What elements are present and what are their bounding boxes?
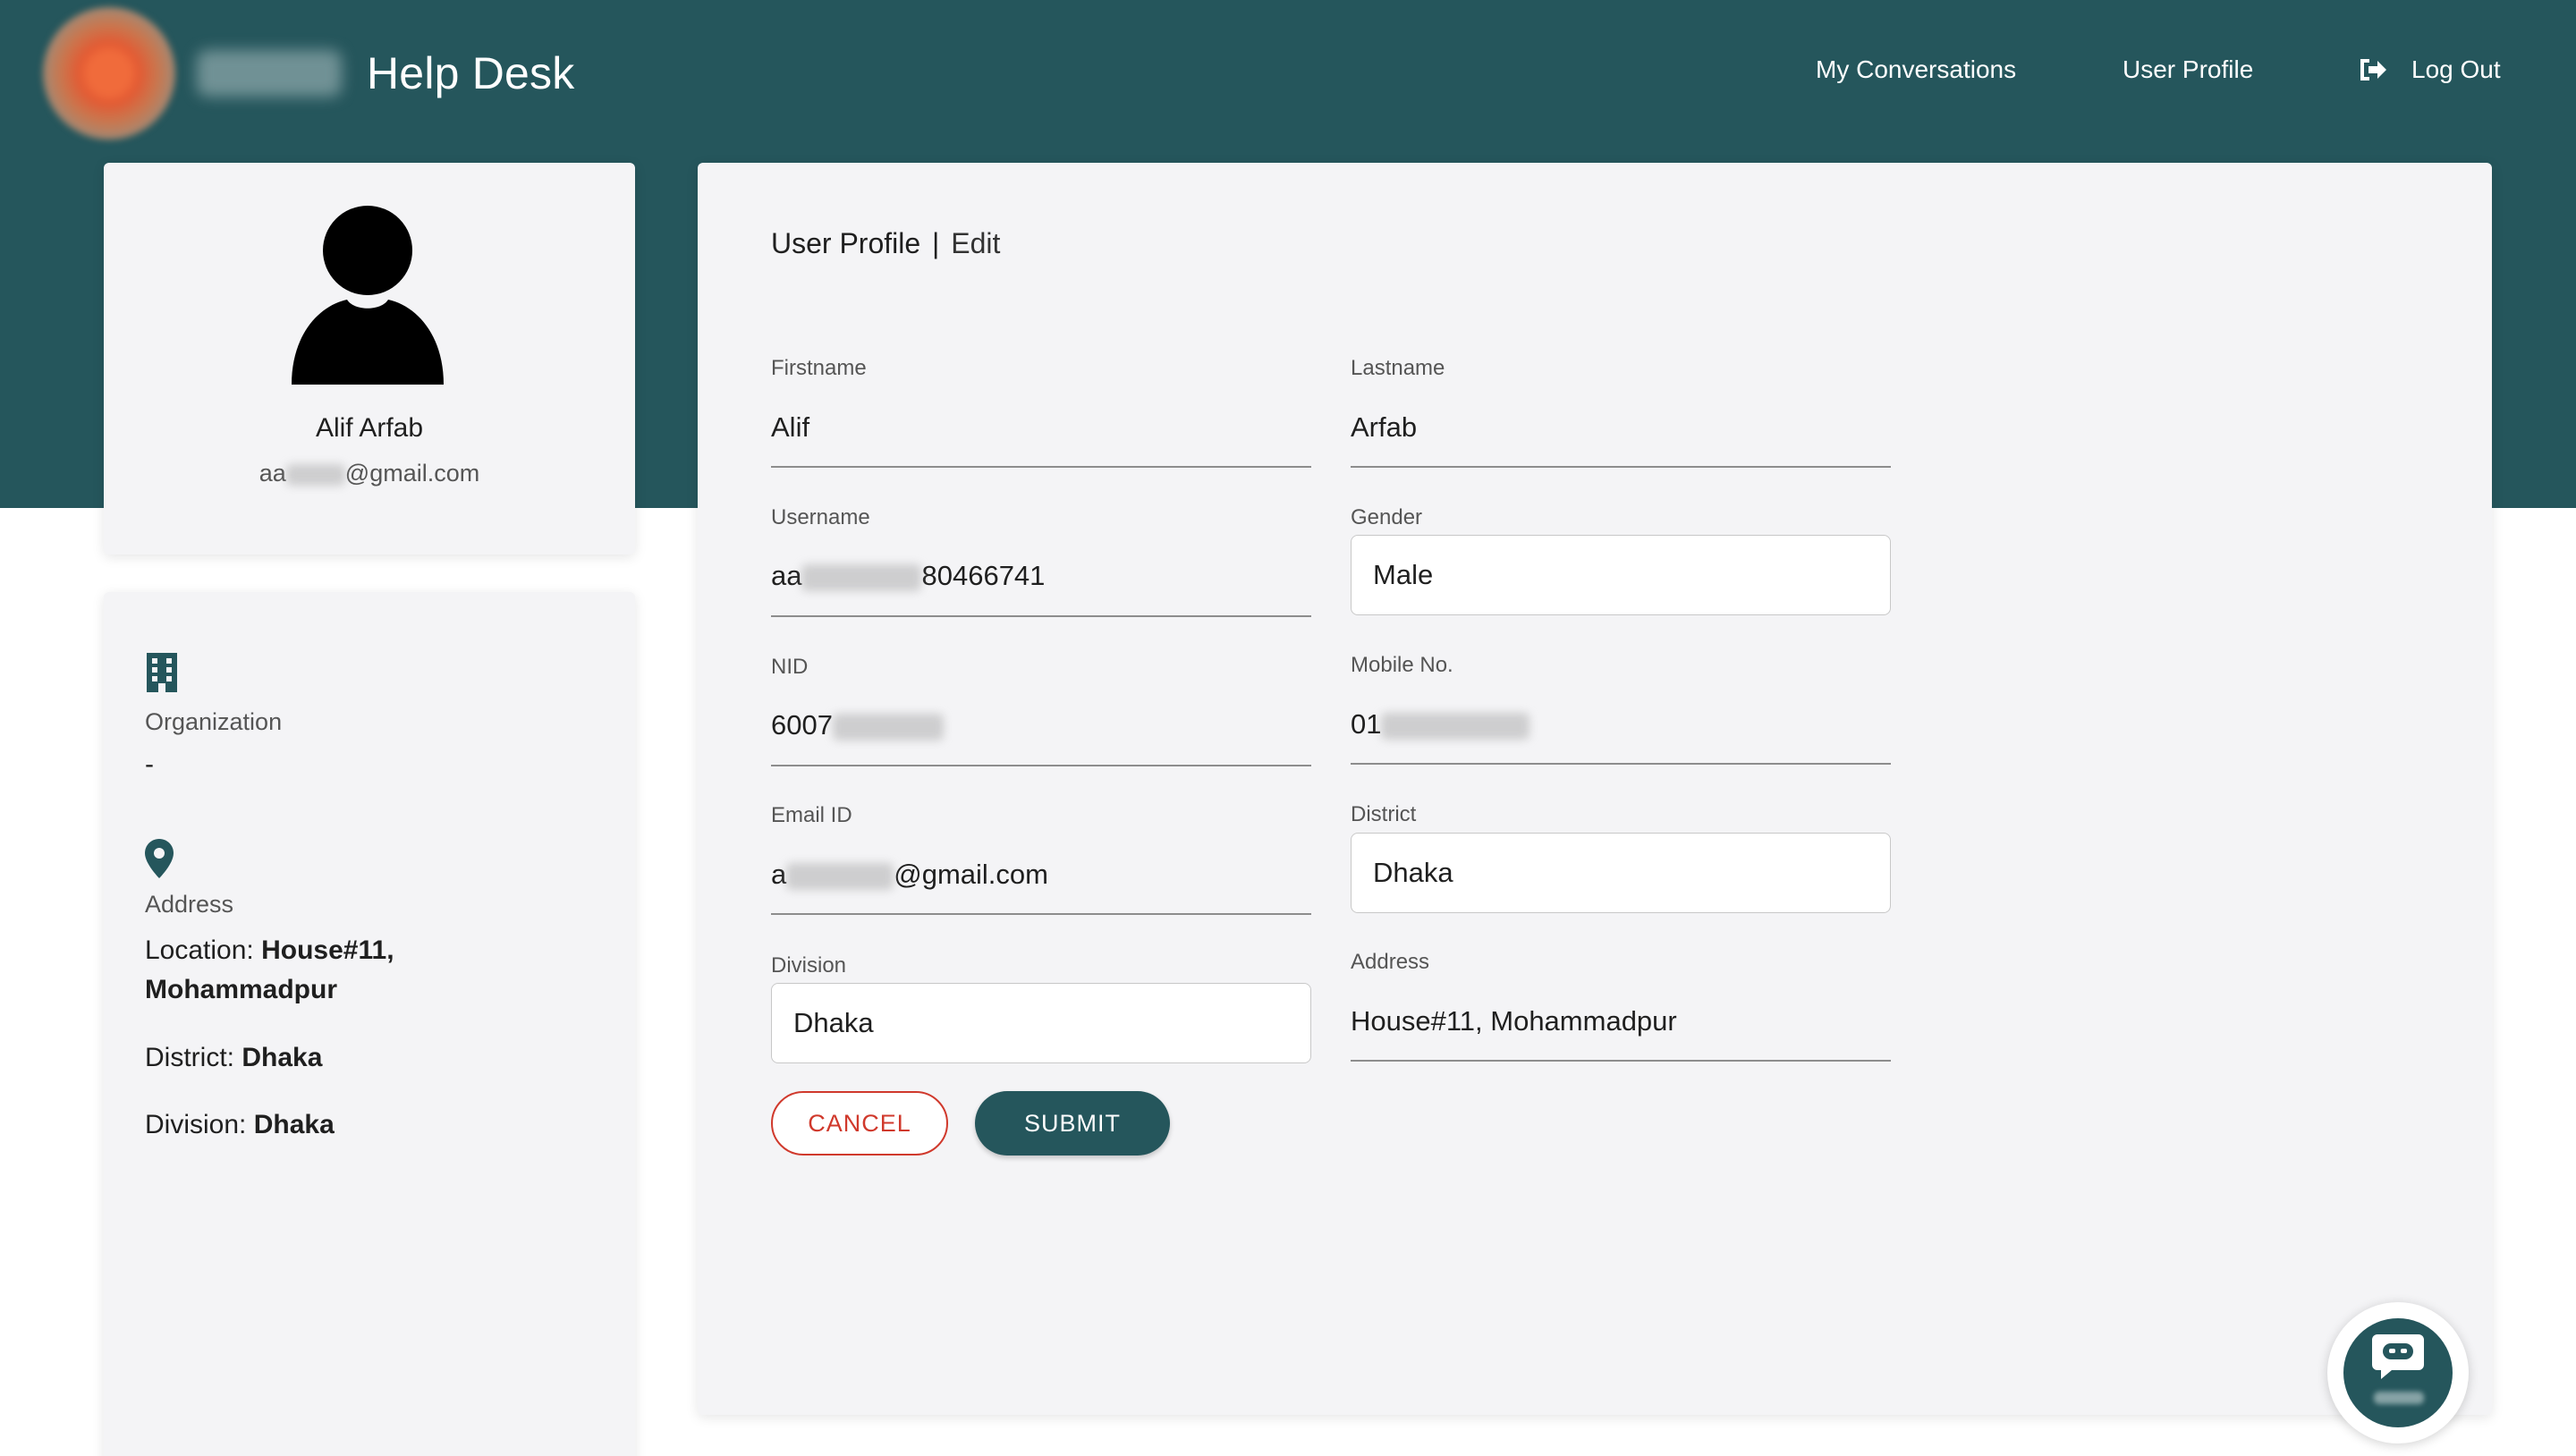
brand-logo [43,7,175,140]
address-field-label: Address [1351,950,1430,974]
email-field[interactable]: a @gmail.com [771,859,1048,891]
location-pin-icon [145,839,174,878]
organization-value: - [145,749,154,779]
mobile-prefix: 01 [1351,708,1382,740]
username-field[interactable]: aa 80466741 [771,560,1045,592]
email-label: Email ID [771,803,852,827]
form-title-text: User Profile [771,227,921,259]
location-value-line1: House#11, [261,935,394,965]
mobile-redacted [1381,712,1530,740]
firstname-underline [771,466,1311,468]
organization-label: Organization [145,708,283,735]
profile-email-suffix: @gmail.com [344,460,480,487]
nav-user-profile[interactable]: User Profile [2123,55,2253,84]
building-icon [147,653,177,692]
username-redacted [801,563,922,591]
nid-label: NID [771,655,809,679]
mobile-field[interactable]: 01 [1351,708,1530,741]
lastname-label: Lastname [1351,356,1445,380]
district-key: District: [145,1043,234,1072]
chat-bot-icon [2372,1334,2424,1379]
district-value: Dhaka [242,1043,323,1072]
nav-log-out[interactable]: Log Out [2358,55,2501,84]
gender-label: Gender [1351,505,1423,529]
email-suffix: @gmail.com [894,859,1048,890]
username-label: Username [771,505,870,529]
username-prefix: aa [771,560,802,591]
profile-email-redacted [285,463,345,486]
district-select[interactable]: Dhaka [1351,833,1891,913]
location-line-2: Mohammadpur [145,975,337,1005]
log-out-label: Log Out [2411,55,2501,83]
division-key: Division: [145,1110,247,1139]
email-redacted [786,862,894,890]
location-value-line2: Mohammadpur [145,975,338,1004]
chat-launcher-label-redacted [2374,1392,2424,1404]
location-line: Location: House#11, [145,935,394,966]
district-line: District: Dhaka [145,1043,322,1073]
address-underline [1351,1060,1891,1062]
brand-title: Help Desk [367,48,575,98]
username-underline [771,615,1311,617]
profile-email-prefix: aa [258,460,286,487]
email-prefix: a [771,859,787,890]
nav-my-conversations[interactable]: My Conversations [1816,55,2016,84]
nid-redacted [832,713,944,741]
location-key: Location: [145,935,254,965]
nid-field[interactable]: 6007 [771,709,944,741]
district-label: District [1351,802,1417,826]
lastname-underline [1351,466,1891,468]
profile-name: Alif Arfab [315,413,424,443]
form-title-separator: | [932,227,940,259]
submit-button[interactable]: SUBMIT [975,1091,1170,1155]
brand[interactable]: Help Desk [43,7,575,140]
form-title: User Profile | Edit [771,227,1000,260]
address-field[interactable]: House#11, Mohammadpur [1351,1005,1677,1037]
edit-profile-card [698,163,2492,1415]
gender-select[interactable]: Male [1351,535,1891,615]
division-value: Dhaka [253,1110,335,1139]
username-suffix: 80466741 [921,560,1046,591]
mobile-underline [1351,763,1891,765]
address-label: Address [145,891,234,918]
nid-underline [771,765,1311,766]
logout-icon [2360,59,2386,80]
division-label: Division [771,953,847,978]
firstname-label: Firstname [771,356,867,380]
avatar-icon [292,206,444,385]
division-line: Division: Dhaka [145,1110,335,1140]
profile-email: aa @gmail.com [104,460,635,487]
mobile-label: Mobile No. [1351,653,1453,677]
lastname-field[interactable]: Arfab [1351,411,1417,444]
division-select[interactable]: Dhaka [771,983,1311,1063]
email-underline [771,913,1311,915]
nid-prefix: 6007 [771,709,833,741]
cancel-button[interactable]: CANCEL [771,1091,948,1155]
form-title-mode: Edit [951,227,1001,259]
brand-name-redacted [197,50,342,97]
top-navbar: Help Desk My Conversations User Profile … [0,0,2576,147]
firstname-field[interactable]: Alif [771,411,809,444]
